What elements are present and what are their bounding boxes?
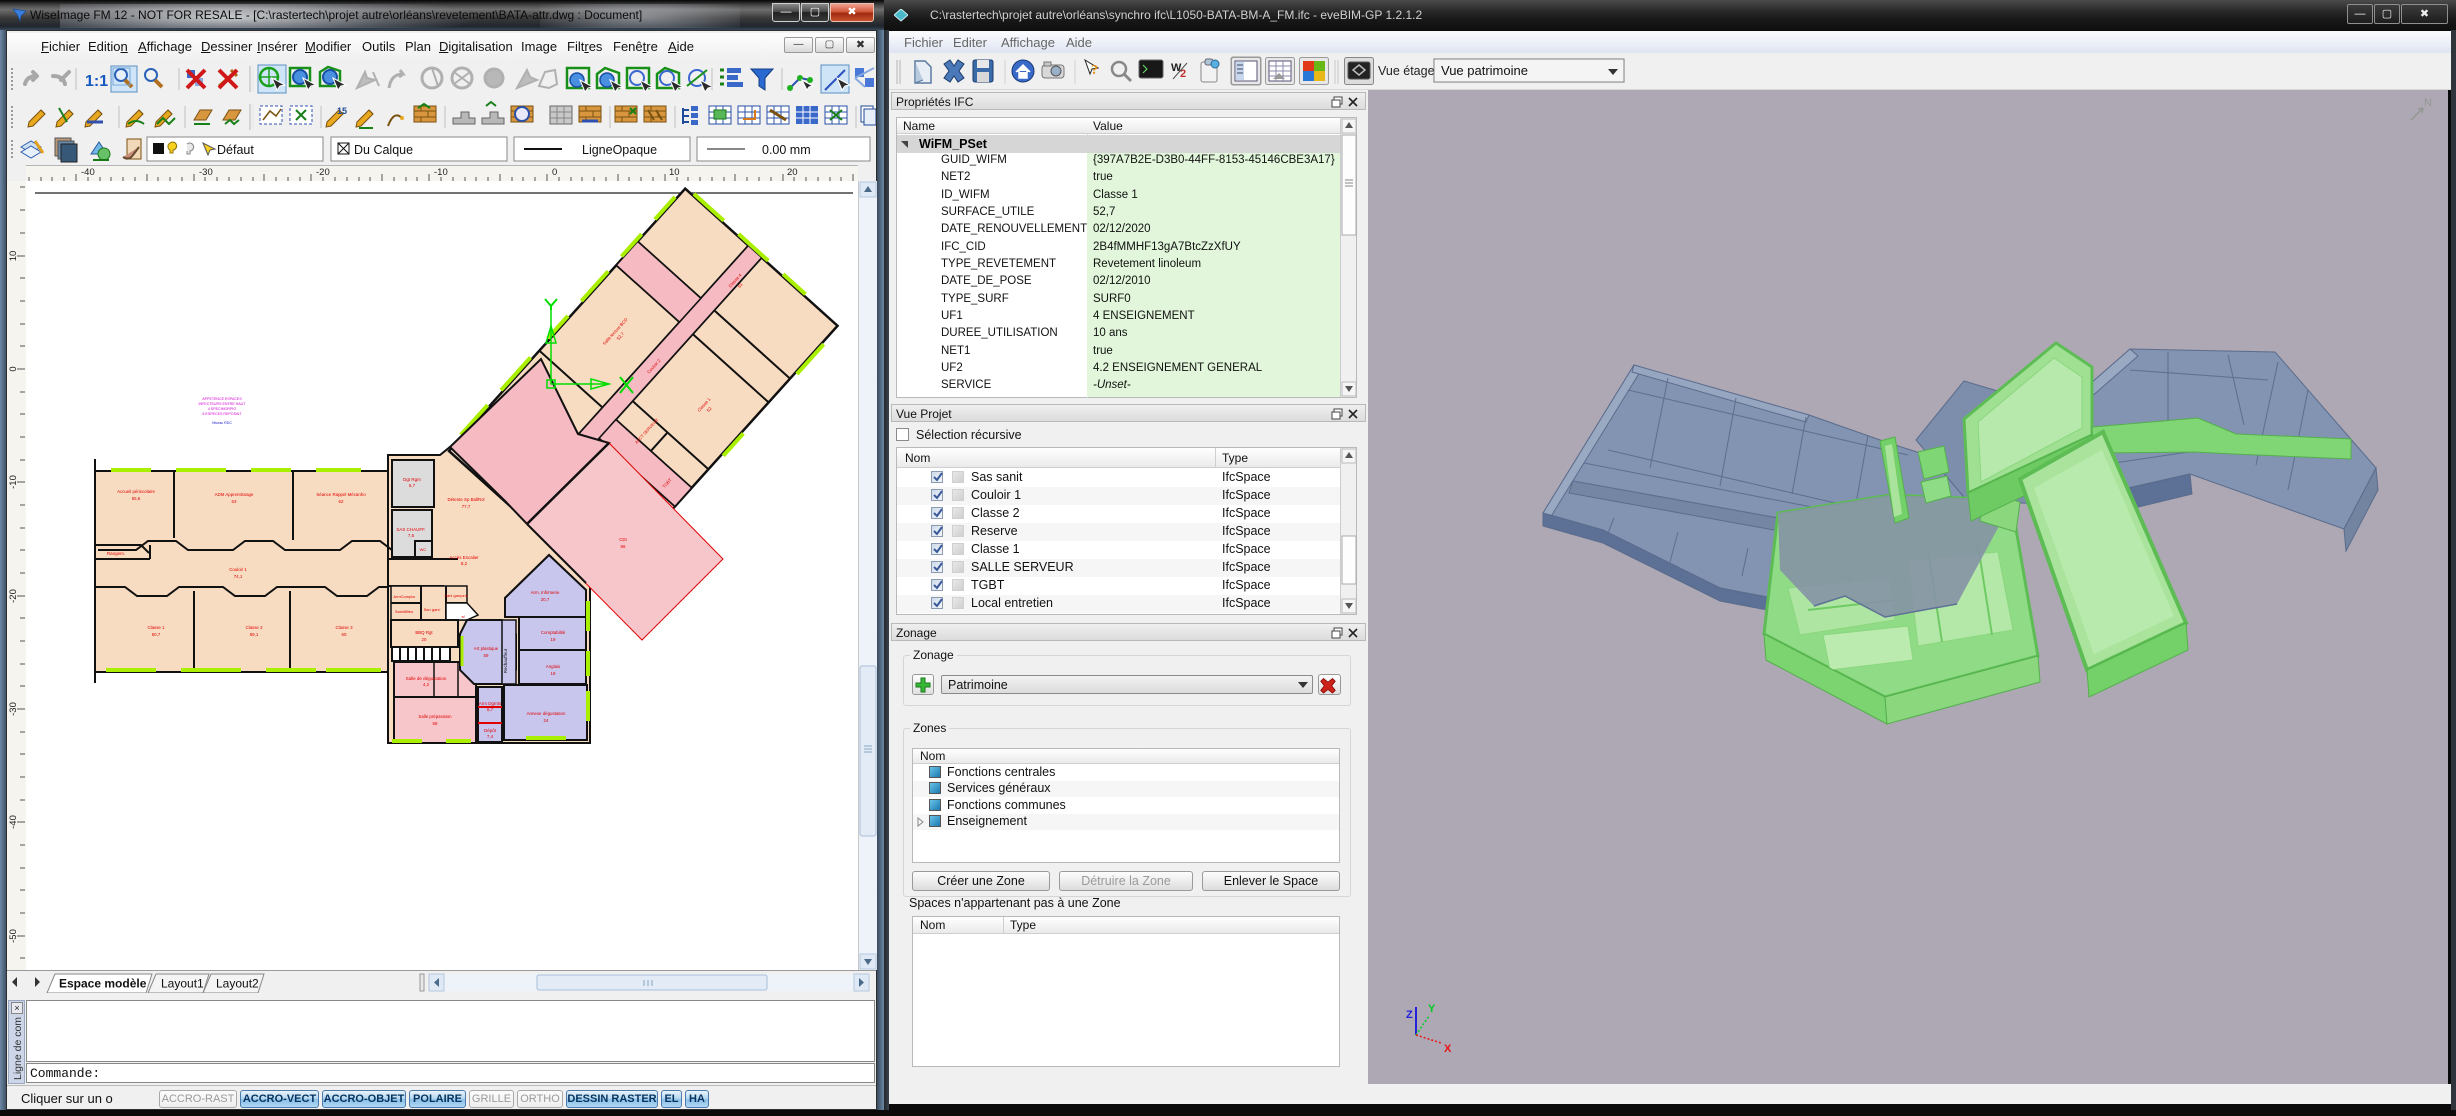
svg-text:0: 0 — [552, 167, 557, 178]
svg-text:19: 19 — [551, 671, 556, 676]
svg-text:CDI: CDI — [619, 537, 627, 542]
svg-text:59,1: 59,1 — [250, 632, 259, 637]
svg-text:59: 59 — [484, 653, 489, 658]
svg-text:X: X — [1444, 1043, 1452, 1055]
svg-text:4,2: 4,2 — [423, 682, 430, 687]
svg-text:Classe 1: Classe 1 — [147, 625, 165, 630]
svg-text:Dgt Rgm: Dgt Rgm — [403, 477, 421, 482]
svg-text:Y: Y — [1428, 1003, 1436, 1015]
svg-text:10: 10 — [669, 167, 680, 178]
svg-text:Rechauffeur: Rechauffeur — [503, 648, 508, 673]
svg-text:Classe 2: Classe 2 — [245, 625, 263, 630]
svg-text:Art plastique: Art plastique — [474, 646, 499, 651]
svg-text:20: 20 — [787, 167, 798, 178]
svg-text:-10: -10 — [8, 475, 19, 489]
svg-text:Rangem.: Rangem. — [107, 551, 125, 556]
svg-text:Salle préparation: Salle préparation — [418, 714, 452, 719]
svg-text:Accueil périscolaire: Accueil périscolaire — [117, 489, 155, 494]
svg-text:Arm Dgmts: Arm Dgmts — [479, 701, 502, 706]
svg-text:LigneOpaque: LigneOpaque — [582, 143, 657, 157]
svg-text:6,7: 6,7 — [409, 483, 416, 488]
svg-text:BBQ Rgt: BBQ Rgt — [415, 630, 433, 635]
svg-text:7,5: 7,5 — [408, 533, 415, 538]
svg-text:-20: -20 — [8, 589, 19, 603]
svg-text:10: 10 — [8, 251, 19, 262]
svg-text:0.00 mm: 0.00 mm — [762, 143, 811, 157]
svg-text:7,4: 7,4 — [487, 734, 494, 739]
svg-text:4 SPECIMORPIO: 4 SPECIMORPIO — [208, 407, 237, 411]
svg-text:6 ESPECES REPOSAIT: 6 ESPECES REPOSAIT — [202, 412, 242, 416]
svg-text:62: 62 — [339, 499, 344, 504]
svg-text:Sani garçons: Sani garçons — [444, 593, 467, 598]
svg-text:Layout1: Layout1 — [161, 977, 204, 991]
svg-text:Classe 3: Classe 3 — [335, 625, 353, 630]
svg-text:8,2: 8,2 — [461, 561, 468, 566]
svg-text:WC: WC — [420, 547, 427, 552]
svg-text:Comptabilité: Comptabilité — [541, 630, 566, 635]
svg-text:-10: -10 — [434, 167, 448, 178]
svg-text:Arm. Infirmerie: Arm. Infirmerie — [531, 590, 560, 595]
svg-text:58: 58 — [433, 721, 438, 726]
svg-text:0: 0 — [8, 366, 19, 371]
svg-text:55,6: 55,6 — [132, 496, 141, 501]
svg-text:Détente Sp BallRol: Détente Sp BallRol — [447, 497, 484, 502]
svg-text:Espace modèle: Espace modèle — [59, 977, 147, 991]
svg-text:SAS CHAUFF.: SAS CHAUFF. — [396, 527, 425, 532]
svg-text:APPETENCE ESPACES: APPETENCE ESPACES — [202, 397, 242, 401]
svg-text:?: ? — [1091, 63, 1098, 78]
svg-text:Niveau RDC: Niveau RDC — [212, 421, 232, 425]
svg-text:20,7: 20,7 — [541, 597, 550, 602]
svg-text:63: 63 — [232, 499, 237, 504]
svg-text:Défaut: Défaut — [217, 143, 254, 157]
svg-text:15: 15 — [337, 106, 347, 116]
svg-text:77,7: 77,7 — [462, 504, 471, 509]
svg-text:24: 24 — [544, 718, 549, 723]
svg-text:Dépôt: Dépôt — [484, 728, 497, 733]
svg-text:-50: -50 — [8, 929, 19, 943]
svg-text:-20: -20 — [316, 167, 330, 178]
svg-text:60: 60 — [342, 632, 347, 637]
svg-text:Séance Rappel Mécanho: Séance Rappel Mécanho — [316, 492, 366, 497]
svg-text:74,1: 74,1 — [234, 574, 243, 579]
svg-text:Anglais: Anglais — [546, 664, 561, 669]
svg-text:60,7: 60,7 — [152, 632, 161, 637]
svg-text:Annexe dégustation: Annexe dégustation — [527, 711, 566, 716]
svg-text:-40: -40 — [8, 815, 19, 829]
svg-text:Vue étage:: Vue étage: — [1378, 64, 1438, 78]
svg-text:-30: -30 — [8, 702, 19, 716]
svg-text:Du Calque: Du Calque — [354, 143, 413, 157]
svg-text:Accès Escalier: Accès Escalier — [449, 555, 479, 560]
svg-text:1:1: 1:1 — [85, 73, 108, 90]
svg-text:19: 19 — [551, 637, 556, 642]
svg-text:86: 86 — [621, 544, 626, 549]
svg-text:ADM Apprentissage: ADM Apprentissage — [215, 492, 254, 497]
svg-text:5,7: 5,7 — [487, 707, 494, 712]
svg-text:Sani4filles: Sani4filles — [395, 609, 413, 614]
svg-text:Salle de dégustation: Salle de dégustation — [406, 676, 447, 681]
svg-text:Z: Z — [1406, 1009, 1413, 1021]
svg-text:INFECTEURS ENTRE HAUT: INFECTEURS ENTRE HAUT — [199, 402, 247, 406]
svg-text:-30: -30 — [199, 167, 213, 178]
svg-text:San gars': San gars' — [424, 607, 441, 612]
svg-text:Couloir 1: Couloir 1 — [229, 567, 247, 572]
svg-text:ArmCompta: ArmCompta — [393, 594, 415, 599]
svg-text:20: 20 — [422, 637, 427, 642]
svg-text:-40: -40 — [81, 167, 95, 178]
svg-text:N: N — [2424, 97, 2432, 109]
svg-text:Vue patrimoine: Vue patrimoine — [1441, 63, 1528, 78]
svg-text:Layout2: Layout2 — [216, 977, 259, 991]
